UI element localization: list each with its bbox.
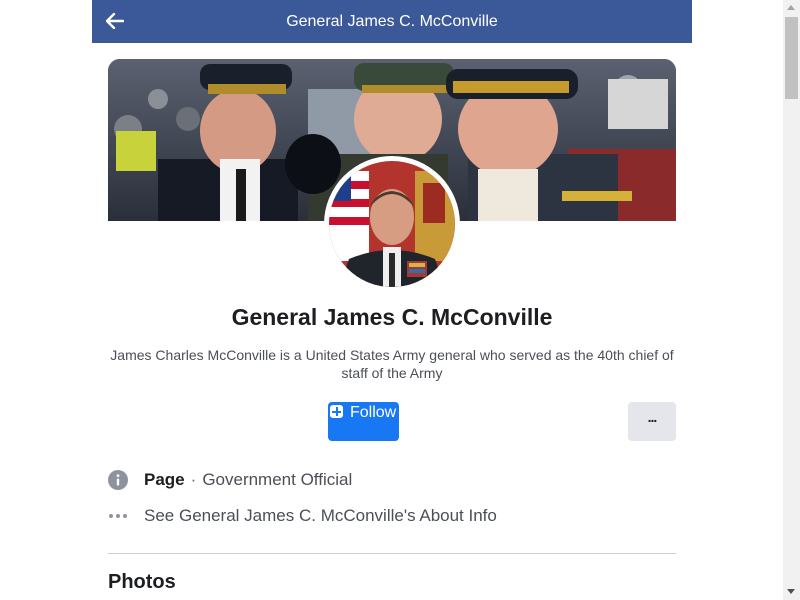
profile-picture-image [329, 161, 455, 287]
arrow-left-icon [106, 13, 124, 29]
profile-description: James Charles McConville is a United Sta… [110, 347, 674, 381]
photos-section-title: Photos [108, 571, 176, 593]
scroll-up-arrow-icon[interactable] [787, 5, 795, 10]
page-category-row: Page · Government Official [108, 468, 352, 492]
more-options-label: ... [647, 408, 658, 425]
top-app-bar: General James C. McConville [92, 0, 692, 43]
separator-dot: · [190, 470, 197, 489]
about-info-link[interactable]: See General James C. McConville's About … [144, 506, 497, 526]
info-circle-icon [108, 470, 128, 490]
profile-name: General James C. McConville [231, 304, 553, 330]
more-options-button[interactable]: ... [628, 402, 676, 441]
plus-square-icon [330, 405, 343, 418]
ellipsis-icon [108, 506, 128, 526]
page-category: Government Official [202, 470, 353, 489]
vertical-scrollbar[interactable] [783, 0, 800, 600]
back-button[interactable] [102, 8, 128, 34]
follow-button[interactable]: Follow [328, 402, 399, 441]
follow-button-label: Follow [350, 404, 397, 421]
profile-picture[interactable] [329, 161, 455, 287]
scroll-down-arrow-icon[interactable] [787, 589, 795, 594]
page-type-label: Page [144, 470, 185, 489]
page-title: General James C. McConville [286, 12, 498, 30]
section-divider [108, 553, 676, 554]
scrollbar-thumb[interactable] [785, 17, 798, 99]
about-info-row[interactable]: See General James C. McConville's About … [108, 504, 497, 528]
